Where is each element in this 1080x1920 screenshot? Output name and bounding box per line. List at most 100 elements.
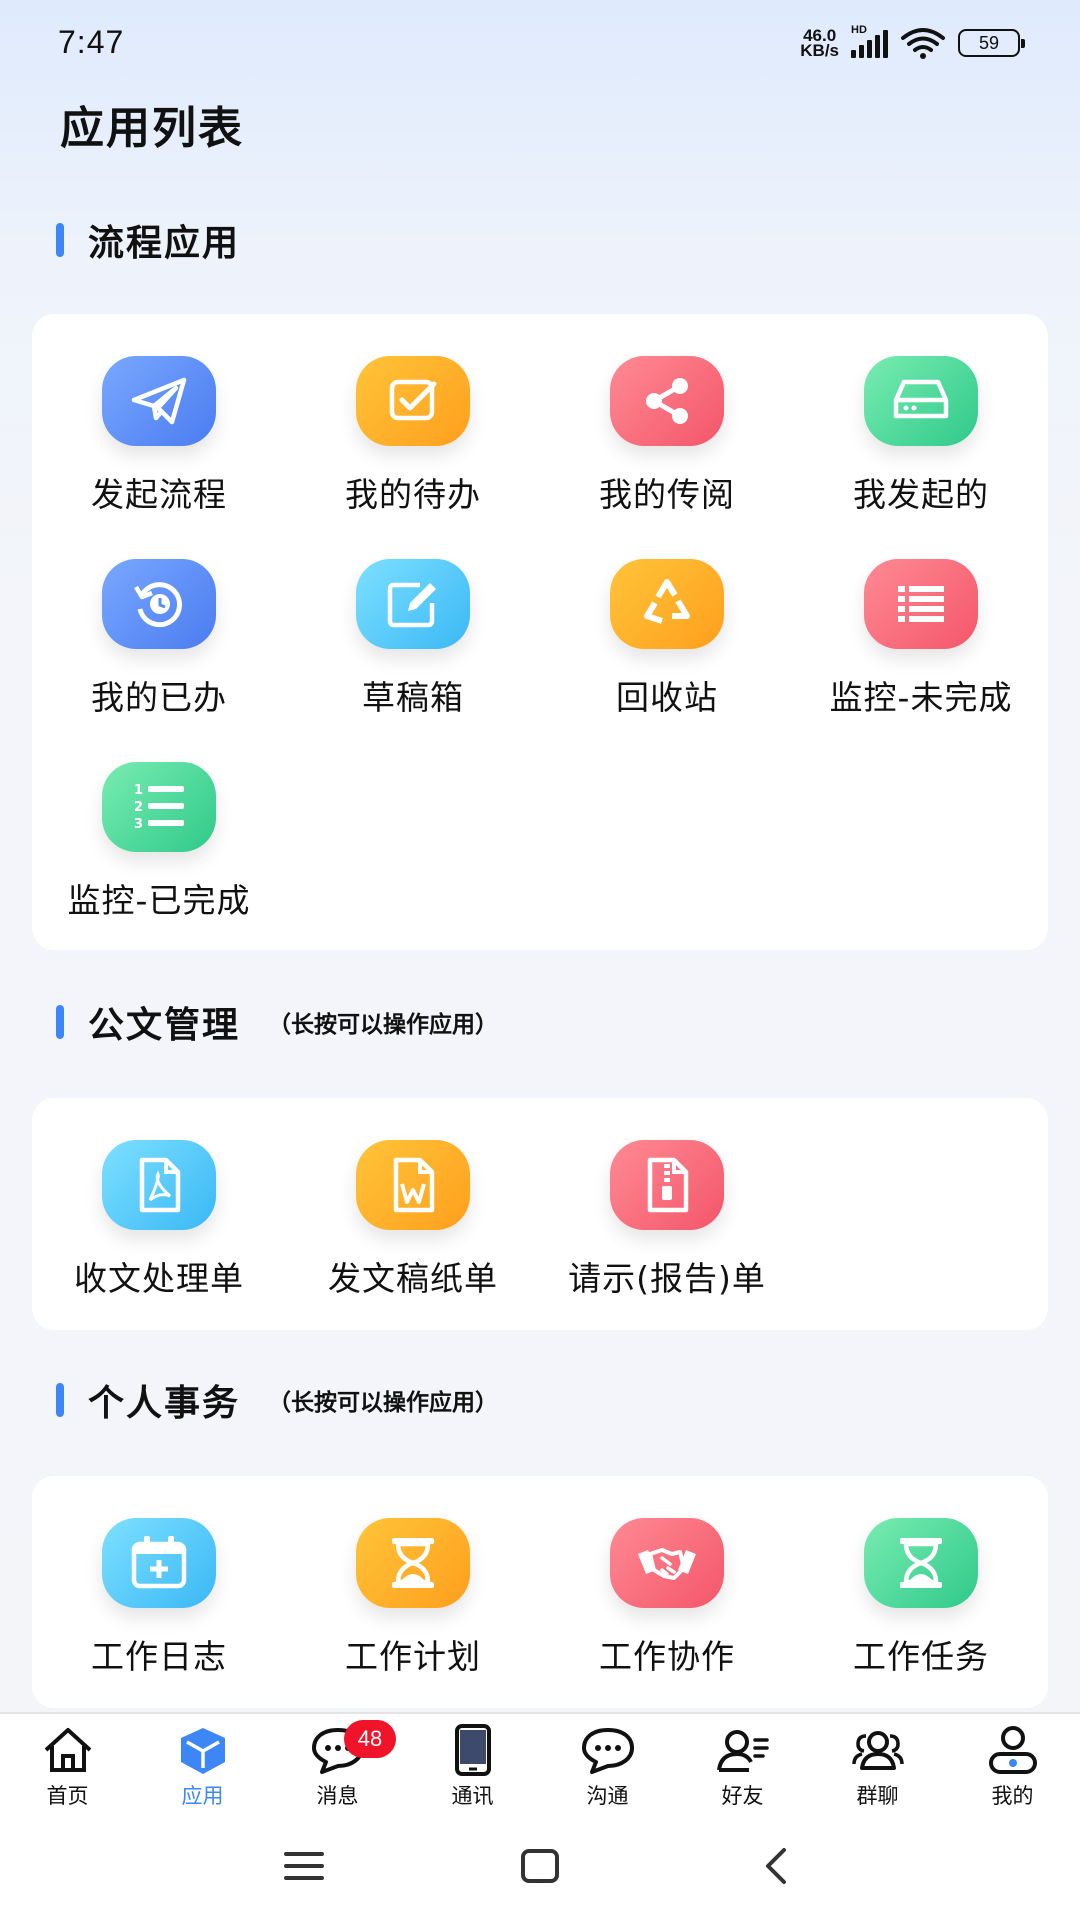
net-speed-unit: KB/s xyxy=(800,41,839,60)
battery-icon: 59 xyxy=(958,29,1025,57)
page-title: 应用列表 xyxy=(60,103,244,154)
app-label: 监控-已完成 xyxy=(67,881,251,920)
zip-file-icon xyxy=(610,1140,724,1230)
nav-label: 好友 xyxy=(721,1784,764,1808)
app-label: 我发起的 xyxy=(853,475,989,514)
nav-label: 首页 xyxy=(46,1784,89,1808)
nav-contacts[interactable]: 通讯 xyxy=(405,1714,540,1820)
section-process-header: 流程应用 xyxy=(56,214,240,266)
process-apps-card: 发起流程 我的待办 我的传阅 我发起的 我的已办 草稿箱 回收站 监控-未完成 … xyxy=(32,314,1048,950)
net-speed: 46.0 KB/s xyxy=(800,27,839,60)
drive-icon xyxy=(864,356,978,446)
nav-apps[interactable]: 应用 xyxy=(135,1714,270,1820)
section-process-title: 流程应用 xyxy=(88,223,241,264)
app-work-task[interactable]: 工作任务 xyxy=(794,1518,1048,1678)
nav-label: 群聊 xyxy=(856,1784,899,1808)
numbered-list-icon: 1 2 3 xyxy=(102,762,216,852)
documents-apps-card: 收文处理单 发文稿纸单 请示(报告)单 xyxy=(32,1098,1048,1330)
history-icon xyxy=(102,559,216,649)
signal-icon: HD xyxy=(851,24,888,58)
app-monitor-complete[interactable]: 1 2 3 监控-已完成 xyxy=(32,762,286,922)
home-icon xyxy=(44,1728,91,1772)
app-label: 发文稿纸单 xyxy=(328,1259,498,1298)
app-my-done[interactable]: 我的已办 xyxy=(32,559,286,719)
app-label: 发起流程 xyxy=(91,475,227,514)
system-nav-bar xyxy=(0,1820,1080,1920)
nav-label: 我的 xyxy=(991,1784,1034,1808)
app-label: 监控-未完成 xyxy=(829,678,1013,717)
nav-communicate[interactable]: 沟通 xyxy=(540,1714,675,1820)
status-bar: 7:47 46.0 KB/s HD 59 xyxy=(0,0,1080,90)
app-outgoing-draft-form[interactable]: 发文稿纸单 xyxy=(286,1140,540,1300)
nav-messages[interactable]: 消息 48 xyxy=(270,1714,405,1820)
section-documents-hint: （长按可以操作应用） xyxy=(268,1012,499,1038)
share-icon xyxy=(610,356,724,446)
app-request-report-form[interactable]: 请示(报告)单 xyxy=(540,1140,794,1300)
nav-label: 应用 xyxy=(181,1784,224,1808)
nav-label: 通讯 xyxy=(451,1784,494,1808)
section-marker xyxy=(56,1383,64,1417)
message-count-badge: 48 xyxy=(344,1720,396,1758)
section-marker xyxy=(56,223,64,257)
app-my-todo[interactable]: 我的待办 xyxy=(286,356,540,516)
app-my-circulate[interactable]: 我的传阅 xyxy=(540,356,794,516)
app-label: 我的待办 xyxy=(345,475,481,514)
app-label: 工作日志 xyxy=(91,1637,227,1676)
home-square-icon[interactable] xyxy=(518,1846,562,1886)
hourglass-icon xyxy=(356,1518,470,1608)
nav-mine[interactable]: 我的 xyxy=(945,1714,1080,1820)
app-label: 收文处理单 xyxy=(74,1259,244,1298)
app-monitor-incomplete[interactable]: 监控-未完成 xyxy=(794,559,1048,719)
cube-icon xyxy=(180,1728,225,1774)
wifi-icon xyxy=(901,28,945,59)
app-start-process[interactable]: 发起流程 xyxy=(32,356,286,516)
bottom-nav: 首页 应用 消息 48 通讯 沟通 好友 群聊 我的 xyxy=(0,1712,1080,1820)
personal-apps-card: 工作日志 工作计划 工作协作 工作任务 xyxy=(32,1476,1048,1708)
app-label: 草稿箱 xyxy=(362,678,464,717)
app-work-collaboration[interactable]: 工作协作 xyxy=(540,1518,794,1678)
app-work-plan[interactable]: 工作计划 xyxy=(286,1518,540,1678)
app-work-log[interactable]: 工作日志 xyxy=(32,1518,286,1678)
app-label: 工作任务 xyxy=(853,1637,989,1676)
app-label: 我的传阅 xyxy=(599,475,735,514)
menu-icon[interactable] xyxy=(282,1846,326,1886)
word-file-icon xyxy=(356,1140,470,1230)
section-marker xyxy=(56,1005,64,1039)
app-label: 请示(报告)单 xyxy=(568,1259,766,1298)
back-icon[interactable] xyxy=(756,1846,796,1886)
nav-group-chat[interactable]: 群聊 xyxy=(810,1714,945,1820)
nav-label: 沟通 xyxy=(586,1784,629,1808)
nav-label: 消息 xyxy=(316,1784,359,1808)
hourglass-icon xyxy=(864,1518,978,1608)
list-icon xyxy=(864,559,978,649)
nav-friends[interactable]: 好友 xyxy=(675,1714,810,1820)
group-icon xyxy=(851,1731,904,1770)
calendar-add-icon xyxy=(102,1518,216,1608)
pdf-file-icon xyxy=(102,1140,216,1230)
svg-text:2: 2 xyxy=(134,800,143,815)
recycle-icon xyxy=(610,559,724,649)
svg-text:1: 1 xyxy=(134,783,143,798)
nav-home[interactable]: 首页 xyxy=(0,1714,135,1820)
section-personal-header: 个人事务 （长按可以操作应用） xyxy=(56,1374,498,1426)
app-label: 工作协作 xyxy=(599,1637,735,1676)
section-personal-title: 个人事务 xyxy=(88,1383,241,1424)
status-time: 7:47 xyxy=(58,24,125,60)
friend-icon xyxy=(716,1730,769,1772)
phone-icon xyxy=(454,1724,491,1776)
app-drafts[interactable]: 草稿箱 xyxy=(286,559,540,719)
chat-bubble-icon xyxy=(581,1728,634,1774)
app-incoming-doc-form[interactable]: 收文处理单 xyxy=(32,1140,286,1300)
app-label: 回收站 xyxy=(616,678,718,717)
section-documents-title: 公文管理 xyxy=(88,1005,241,1046)
app-recycle-bin[interactable]: 回收站 xyxy=(540,559,794,719)
app-label: 我的已办 xyxy=(91,678,227,717)
section-documents-header: 公文管理 （长按可以操作应用） xyxy=(56,996,498,1048)
app-label: 工作计划 xyxy=(345,1637,481,1676)
checkbox-icon xyxy=(356,356,470,446)
network-type: HD xyxy=(851,24,867,36)
status-icons: 46.0 KB/s HD 59 xyxy=(800,24,1025,60)
app-i-initiated[interactable]: 我发起的 xyxy=(794,356,1048,516)
section-personal-hint: （长按可以操作应用） xyxy=(268,1390,499,1416)
user-icon xyxy=(988,1726,1037,1774)
